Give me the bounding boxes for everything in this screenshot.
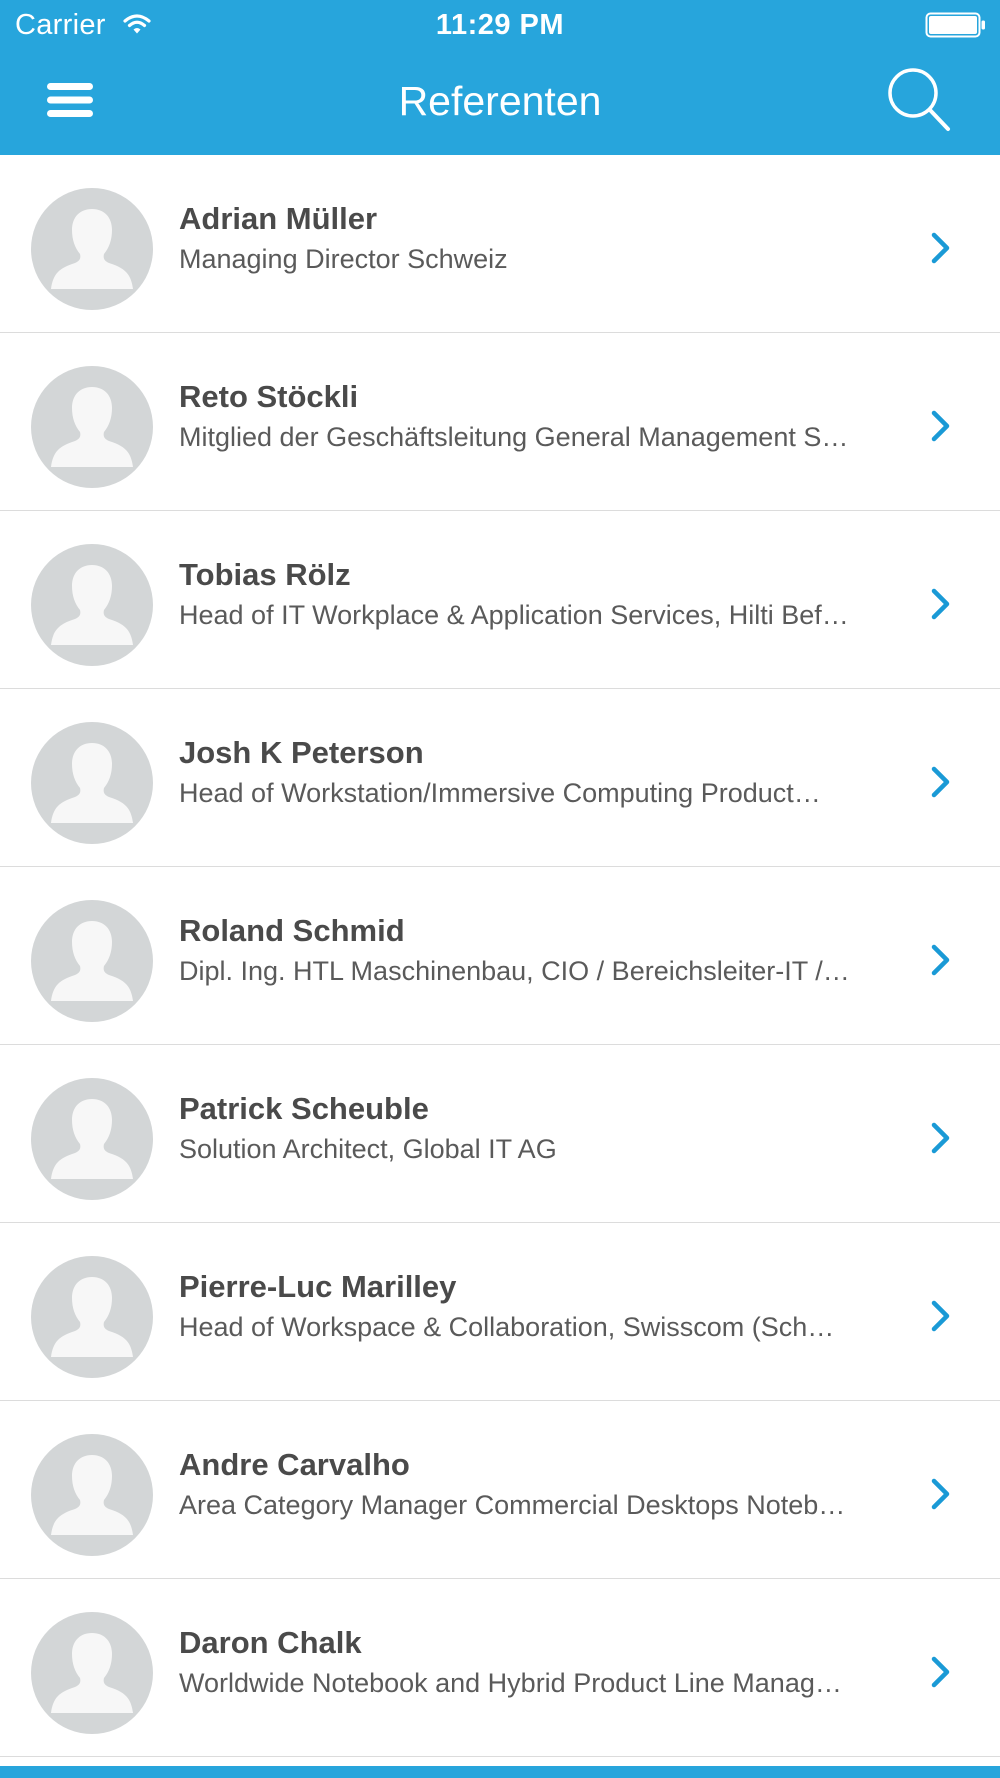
speaker-name: Adrian Müller: [179, 201, 378, 236]
speaker-subtitle: Managing Director Schweiz: [179, 244, 508, 274]
battery-icon: [925, 12, 987, 38]
chevron-right-icon: [928, 407, 954, 445]
speaker-name: Josh K Peterson: [179, 735, 424, 770]
avatar-placeholder-icon: [31, 366, 153, 488]
speaker-row[interactable]: Pierre-Luc Marilley Head of Workspace & …: [0, 1223, 1000, 1401]
navigation-bar: Referenten: [0, 50, 1000, 155]
speaker-subtitle: Head of Workstation/Immersive Computing …: [179, 778, 821, 808]
chevron-right-icon: [928, 763, 954, 801]
speaker-subtitle: Solution Architect, Global IT AG: [179, 1134, 557, 1164]
status-time: 11:29 PM: [435, 9, 565, 41]
speaker-row[interactable]: Tobias Rölz Head of IT Workplace & Appli…: [0, 511, 1000, 689]
speaker-name: Reto Stöckli: [179, 379, 359, 414]
speaker-subtitle: Mitglied der Geschäftsleitung General Ma…: [179, 422, 849, 452]
speaker-subtitle: Dipl. Ing. HTL Maschinenbau, CIO / Berei…: [179, 956, 850, 986]
speakers-screen: Carrier 11:29 PM Referenten Adrian Mülle…: [0, 0, 1000, 1778]
speaker-name: Pierre-Luc Marilley: [179, 1269, 457, 1304]
chevron-right-icon: [928, 941, 954, 979]
status-bar: Carrier 11:29 PM: [0, 0, 1000, 50]
speaker-row[interactable]: Andre Carvalho Area Category Manager Com…: [0, 1401, 1000, 1579]
speaker-row[interactable]: Josh K Peterson Head of Workstation/Imme…: [0, 689, 1000, 867]
speaker-row[interactable]: Patrick Scheuble Solution Architect, Glo…: [0, 1045, 1000, 1223]
speaker-row[interactable]: Adrian Müller Managing Director Schweiz: [0, 155, 1000, 333]
chevron-right-icon: [928, 229, 954, 267]
page-title: Referenten: [398, 78, 602, 124]
avatar-placeholder-icon: [31, 722, 153, 844]
menu-button[interactable]: [40, 70, 100, 130]
search-icon: [888, 68, 950, 131]
avatar-placeholder-icon: [31, 1612, 153, 1734]
avatar-placeholder-icon: [31, 188, 153, 310]
speaker-name: Patrick Scheuble: [179, 1091, 429, 1126]
speaker-subtitle: Worldwide Notebook and Hybrid Product Li…: [179, 1668, 842, 1698]
speaker-subtitle: Head of IT Workplace & Application Servi…: [179, 600, 849, 630]
chevron-right-icon: [928, 585, 954, 623]
speaker-name: Daron Chalk: [179, 1625, 362, 1660]
bottom-accent-bar: [0, 1766, 1000, 1778]
speaker-row[interactable]: Reto Stöckli Mitglied der Geschäftsleitu…: [0, 333, 1000, 511]
speaker-subtitle: Head of Workspace & Collaboration, Swiss…: [179, 1312, 835, 1342]
speaker-subtitle: Area Category Manager Commercial Desktop…: [179, 1490, 846, 1520]
hamburger-menu-icon: [47, 83, 93, 117]
speaker-name: Roland Schmid: [179, 913, 405, 948]
speaker-name: Tobias Rölz: [179, 557, 351, 592]
chevron-right-icon: [928, 1297, 954, 1335]
chevron-right-icon: [928, 1653, 954, 1691]
speaker-row[interactable]: Daron Chalk Worldwide Notebook and Hybri…: [0, 1579, 1000, 1757]
chevron-right-icon: [928, 1475, 954, 1513]
speaker-list: Adrian Müller Managing Director Schweiz …: [0, 155, 1000, 1766]
speaker-row[interactable]: Roland Schmid Dipl. Ing. HTL Maschinenba…: [0, 867, 1000, 1045]
avatar-placeholder-icon: [31, 1256, 153, 1378]
avatar-placeholder-icon: [31, 1078, 153, 1200]
avatar-placeholder-icon: [31, 900, 153, 1022]
search-button[interactable]: [885, 65, 955, 137]
avatar-placeholder-icon: [31, 1434, 153, 1556]
speaker-name: Andre Carvalho: [179, 1447, 410, 1482]
app-header: Carrier 11:29 PM Referenten: [0, 0, 1000, 155]
avatar-placeholder-icon: [31, 544, 153, 666]
chevron-right-icon: [928, 1119, 954, 1157]
